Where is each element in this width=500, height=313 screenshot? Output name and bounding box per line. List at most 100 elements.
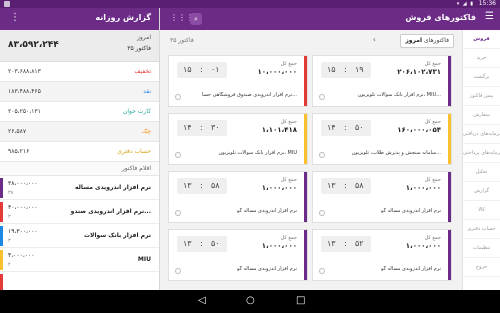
check-circle-icon[interactable] <box>319 94 325 100</box>
overflow-menu-icon[interactable]: ⋮ <box>10 13 20 23</box>
side-menu-item[interactable]: سرمایه‌های پرداختی <box>463 144 500 163</box>
item-color-bar <box>0 226 3 246</box>
invoice-minute: ۵۸ <box>211 181 220 190</box>
invoice-filter-bar: ۳۵ فاکتور ‹ فاکتورهای امروز <box>160 30 462 52</box>
item-color-bar <box>0 202 3 222</box>
clock: 15:36 <box>478 0 496 7</box>
check-circle-icon[interactable] <box>175 210 181 216</box>
invoice-description: نرم افزار بانک سوالات تلویزیون، MIU... <box>357 92 441 98</box>
item-quantity: ۴ <box>8 262 11 268</box>
search-icon[interactable]: ⌕ <box>190 13 202 25</box>
metric-row: تخفیف ۲۰۳،۶۸۸،۸۱۳ <box>0 62 159 82</box>
back-icon[interactable]: ◁ <box>198 295 206 307</box>
metric-row: حساب دفتری ۹۸۵،۲۱۶ <box>0 142 159 162</box>
invoice-time: ۱۳:۵۸ <box>177 178 227 194</box>
invoice-item-row[interactable]: ۱۹،۳۰۰،۰۰۰ ۳ نرم افزار بانک سوالات <box>0 224 159 248</box>
side-menu-item[interactable]: سفارش <box>463 106 500 125</box>
invoice-item-row[interactable]: ۳۰،۰۰۰،۰۰۰ ۳ نرم افزار اندرویدی صندو... <box>0 200 159 224</box>
invoice-item-row[interactable]: ۴،۰۰۰،۰۰۰ ۴ MIU <box>0 248 159 272</box>
metric-label: کارت خوان <box>122 108 151 115</box>
time-separator: : <box>344 239 347 248</box>
side-menu-item[interactable]: حساب دفتری <box>463 220 500 239</box>
invoice-time: ۱۳:۵۸ <box>321 178 371 194</box>
invoice-minute: ۳۰ <box>211 123 220 132</box>
side-menu-item[interactable]: فروش <box>463 30 500 49</box>
invoice-card[interactable]: جمع کل ۱،۰۰۰،۰۰۰ ۱۳:۵۰ نرم افزار اندرویدی م… <box>168 229 308 281</box>
navigation-bar: ◁ ○ □ <box>0 290 500 313</box>
invoice-color-stripe <box>304 230 307 280</box>
invoice-item-row[interactable]: ۳۸،۰۰۰،۰۰۰ ۳۸ نرم افزار اندرویدی مساله <box>0 176 159 200</box>
hamburger-menu-icon[interactable]: ☰ <box>485 12 494 22</box>
invoice-time: ۱۳:۵۲ <box>321 236 371 252</box>
invoice-time: ۱۵:۱۹ <box>321 62 371 78</box>
home-icon[interactable]: ○ <box>246 295 255 307</box>
filter-value: امروز <box>405 37 423 44</box>
invoice-total: ۱۶۰،۰۰۰،۰۵۴ <box>397 126 441 134</box>
daily-summary: امروز ۳۵ فاکتور ۸۳،۵۹۲،۲۴۴ <box>0 30 159 62</box>
side-menu-item[interactable]: خروج <box>463 258 500 277</box>
invoice-card[interactable]: جمع کل ۱،۰۰۰،۰۰۰ ۱۳:۵۸ نرم افزار اندرویدی م… <box>168 171 308 223</box>
invoice-hour: ۱۴ <box>183 123 192 132</box>
metric-value: ۱۸۳،۴۸۸،۴۶۵ <box>8 88 41 95</box>
invoice-time: ۱۳:۵۰ <box>177 236 227 252</box>
invoice-hour: ۱۳ <box>183 181 192 190</box>
side-menu-item[interactable]: تنظیمات <box>463 239 500 258</box>
invoice-minute: ۵۰ <box>211 239 220 248</box>
recents-icon[interactable]: □ <box>296 295 305 307</box>
invoice-description: نرم افزار اندرویدی مساله گو <box>381 266 441 272</box>
side-menu-item[interactable]: پیش فاکتور <box>463 87 500 106</box>
invoice-total-label: جمع کل <box>424 61 441 67</box>
check-circle-icon[interactable] <box>319 152 325 158</box>
invoice-card[interactable]: جمع کل ۱۶۰،۰۰۰،۰۵۴ ۱۴:۵۰ سامانه سنجش و پذیر… <box>312 113 452 165</box>
invoice-total: ۱،۱۰۱،۴۱۸ <box>261 126 297 134</box>
invoice-description: نرم افزار اندرویدی مساله گو <box>381 208 441 214</box>
metric-value: ۹۸۵،۲۱۶ <box>8 148 30 155</box>
invoice-card[interactable]: جمع کل ۲۰۶،۱۰۲،۷۳۱ ۱۵:۱۹ نرم افزار بانک سوا… <box>312 55 452 107</box>
check-circle-icon[interactable] <box>175 268 181 274</box>
side-menu-item[interactable]: گزارش <box>463 182 500 201</box>
metric-row: چک ۲۶،۵۸۷ <box>0 122 159 142</box>
invoice-card[interactable]: جمع کل ۱،۰۰۰،۰۰۰ ۱۳:۵۸ نرم افزار اندرویدی م… <box>312 171 452 223</box>
invoice-minute: ۰۱ <box>211 65 220 74</box>
item-color-bar <box>0 250 3 270</box>
side-menu: فروش خرید برگشت پیش فاکتور سفارش سرمایه‌های د… <box>462 30 500 290</box>
invoice-total-label: جمع کل <box>280 119 297 125</box>
check-circle-icon[interactable] <box>319 210 325 216</box>
invoice-total: ۱۰،۰۰۰،۰۰۰ <box>257 68 298 76</box>
invoice-color-stripe <box>448 114 451 164</box>
invoice-color-stripe <box>448 230 451 280</box>
invoice-total: ۲۰۶،۱۰۲،۷۳۱ <box>397 68 441 76</box>
filter-label: فاکتورهای <box>423 37 449 44</box>
invoice-total-label: جمع کل <box>424 235 441 241</box>
chevron-left-icon[interactable]: ‹ <box>373 35 376 44</box>
invoice-total: ۱،۰۰۰،۰۰۰ <box>261 242 297 250</box>
invoice-card[interactable]: جمع کل ۱،۰۰۰،۰۰۰ ۱۳:۵۲ نرم افزار اندرویدی م… <box>312 229 452 281</box>
item-name: نرم افزار بانک سوالات <box>84 232 151 239</box>
summary-invoice-count: ۳۵ فاکتور <box>127 45 151 52</box>
invoice-hour: ۱۳ <box>183 239 192 248</box>
side-menu-item[interactable]: سرمایه‌های دریافتی <box>463 125 500 144</box>
invoice-minute: ۱۹ <box>355 65 364 74</box>
check-circle-icon[interactable] <box>175 94 181 100</box>
sales-invoices-header: ⋮⋮⋮ ⌕ فاکتورهای فروش ☰ <box>160 8 500 30</box>
invoice-time: ۱۴:۳۰ <box>177 120 227 136</box>
invoice-hour: ۱۴ <box>327 123 336 132</box>
invoice-total: ۱،۰۰۰،۰۰۰ <box>405 184 441 192</box>
invoice-card[interactable]: جمع کل ۱،۱۰۱،۴۱۸ ۱۴:۳۰ نرم افزار بانک سوالا… <box>168 113 308 165</box>
item-amount: ۴،۰۰۰،۰۰۰ <box>8 252 35 259</box>
side-menu-item[interactable]: کالا <box>463 201 500 220</box>
side-menu-item[interactable]: برگشت <box>463 68 500 87</box>
invoice-card[interactable]: جمع کل ۱۰،۰۰۰،۰۰۰ ۱۵:۰۱ نرم افزار اندرویدی … <box>168 55 308 107</box>
date-filter-dropdown[interactable]: فاکتورهای امروز <box>400 34 454 48</box>
time-separator: : <box>200 123 203 132</box>
check-circle-icon[interactable] <box>319 268 325 274</box>
side-menu-item[interactable]: خرید <box>463 49 500 68</box>
daily-report-title: گزارش روزانه <box>95 13 151 22</box>
side-menu-item[interactable]: تحلیل <box>463 163 500 182</box>
invoice-hour: ۱۵ <box>327 65 336 74</box>
check-circle-icon[interactable] <box>175 152 181 158</box>
daily-report-header: ⋮ گزارش روزانه <box>0 8 159 30</box>
invoice-items-title: اقلام فاکتور <box>0 162 159 176</box>
page-title: فاکتورهای فروش <box>405 13 476 22</box>
invoice-total-label: جمع کل <box>280 61 297 67</box>
